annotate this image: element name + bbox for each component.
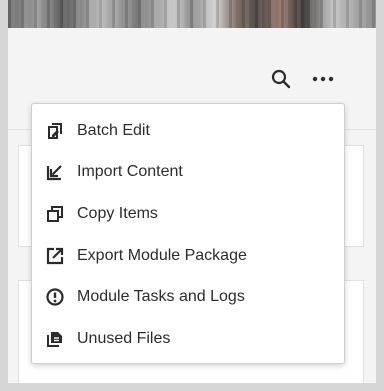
menu-item-label: Batch Edit bbox=[77, 121, 150, 139]
actions-dropdown-menu: Batch Edit Import Content Copy Items Exp… bbox=[31, 103, 345, 364]
menu-item-unused-files[interactable]: Unused Files bbox=[32, 318, 344, 360]
menu-item-batch-edit[interactable]: Batch Edit bbox=[32, 110, 344, 152]
menu-item-label: Copy Items bbox=[77, 204, 158, 222]
more-options-button[interactable] bbox=[310, 66, 336, 92]
menu-item-label: Export Module Package bbox=[77, 246, 247, 264]
alert-circle-icon bbox=[44, 286, 66, 308]
menu-item-copy-items[interactable]: Copy Items bbox=[32, 193, 344, 235]
export-external-icon bbox=[44, 245, 66, 267]
menu-item-label: Unused Files bbox=[77, 329, 171, 347]
menu-item-label: Import Content bbox=[77, 163, 183, 181]
more-horizontal-icon bbox=[312, 76, 334, 82]
search-icon bbox=[271, 69, 291, 89]
menu-item-export-module-package[interactable]: Export Module Package bbox=[32, 235, 344, 277]
batch-edit-icon bbox=[44, 120, 66, 142]
header-banner-image bbox=[8, 0, 376, 28]
search-button[interactable] bbox=[268, 66, 294, 92]
menu-item-module-tasks-and-logs[interactable]: Module Tasks and Logs bbox=[32, 276, 344, 318]
import-arrow-icon bbox=[44, 161, 66, 183]
unused-files-icon bbox=[44, 328, 66, 350]
menu-item-label: Module Tasks and Logs bbox=[77, 288, 245, 306]
menu-item-import-content[interactable]: Import Content bbox=[32, 152, 344, 194]
copy-icon bbox=[44, 203, 66, 225]
